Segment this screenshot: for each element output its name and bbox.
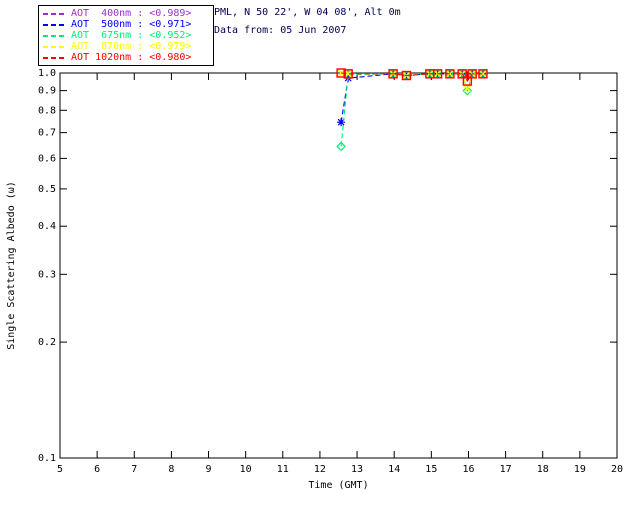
x-tick-label: 19: [574, 464, 586, 475]
x-tick-label: 10: [240, 464, 252, 475]
x-axis-title: Time (GMT): [308, 480, 368, 491]
y-tick-label: 0.2: [38, 337, 56, 348]
x-tick-label: 17: [500, 464, 512, 475]
x-tick-label: 14: [388, 464, 400, 475]
x-tick-label: 18: [537, 464, 549, 475]
x-tick-label: 20: [611, 464, 623, 475]
y-tick-label: 0.7: [38, 128, 56, 139]
y-tick-label: 0.1: [38, 453, 56, 464]
x-tick-label: 15: [425, 464, 437, 475]
series-line: [340, 73, 483, 123]
y-tick-label: 0.9: [38, 86, 56, 97]
x-tick-label: 8: [168, 464, 174, 475]
plot-frame: [59, 72, 618, 459]
ssa-time-plot: 5 6 7 8 9 10 11 12 13 14 15 16 17 18 19 20 1.0 0.9 0.8 0.7 0…: [6, 68, 623, 491]
x-tick-label: 9: [206, 464, 212, 475]
y-tick-label: 0.6: [38, 153, 56, 164]
axes: 5 6 7 8 9 10 11 12 13 14 15 16 17 18 19 20 1.0 0.9 0.8 0.7 0…: [6, 68, 623, 491]
x-tick-label: 7: [131, 464, 137, 475]
y-tick-label: 0.8: [38, 105, 56, 116]
x-tick-label: 12: [314, 464, 326, 475]
x-tick-label: 5: [57, 464, 63, 475]
x-tick-label: 11: [277, 464, 289, 475]
y-tick-label: 0.3: [38, 269, 56, 280]
series-line: [340, 73, 483, 147]
y-tick-label: 0.5: [38, 184, 56, 195]
x-tick-label: 13: [351, 464, 363, 475]
y-tick-label: 1.0: [38, 68, 56, 79]
x-tick-label: 6: [94, 464, 100, 475]
x-tick-label: 16: [462, 464, 474, 475]
y-axis-title: Single Scattering Albedo (ω): [6, 181, 17, 350]
y-tick-label: 0.4: [38, 221, 56, 232]
